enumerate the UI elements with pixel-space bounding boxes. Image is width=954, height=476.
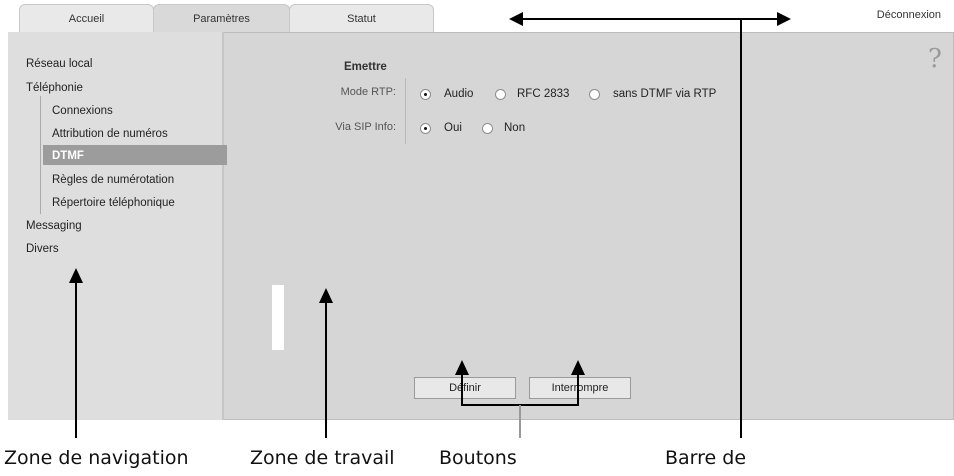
menubar-arrow-left [509, 12, 523, 26]
nav-arrow-head [69, 268, 83, 283]
callout-buttons: Boutons [439, 447, 517, 469]
callout-menubar: Barre de [665, 447, 747, 469]
btn-right-arrow-head [571, 360, 585, 375]
btn-left-arrow-head [455, 360, 469, 375]
callout-navigation: Zone de navigation [4, 447, 189, 469]
annotation-overlay [69, 12, 791, 438]
work-arrow-head [319, 288, 333, 303]
callout-work: Zone de travail [250, 447, 395, 469]
menubar-arrow-right [777, 12, 791, 26]
